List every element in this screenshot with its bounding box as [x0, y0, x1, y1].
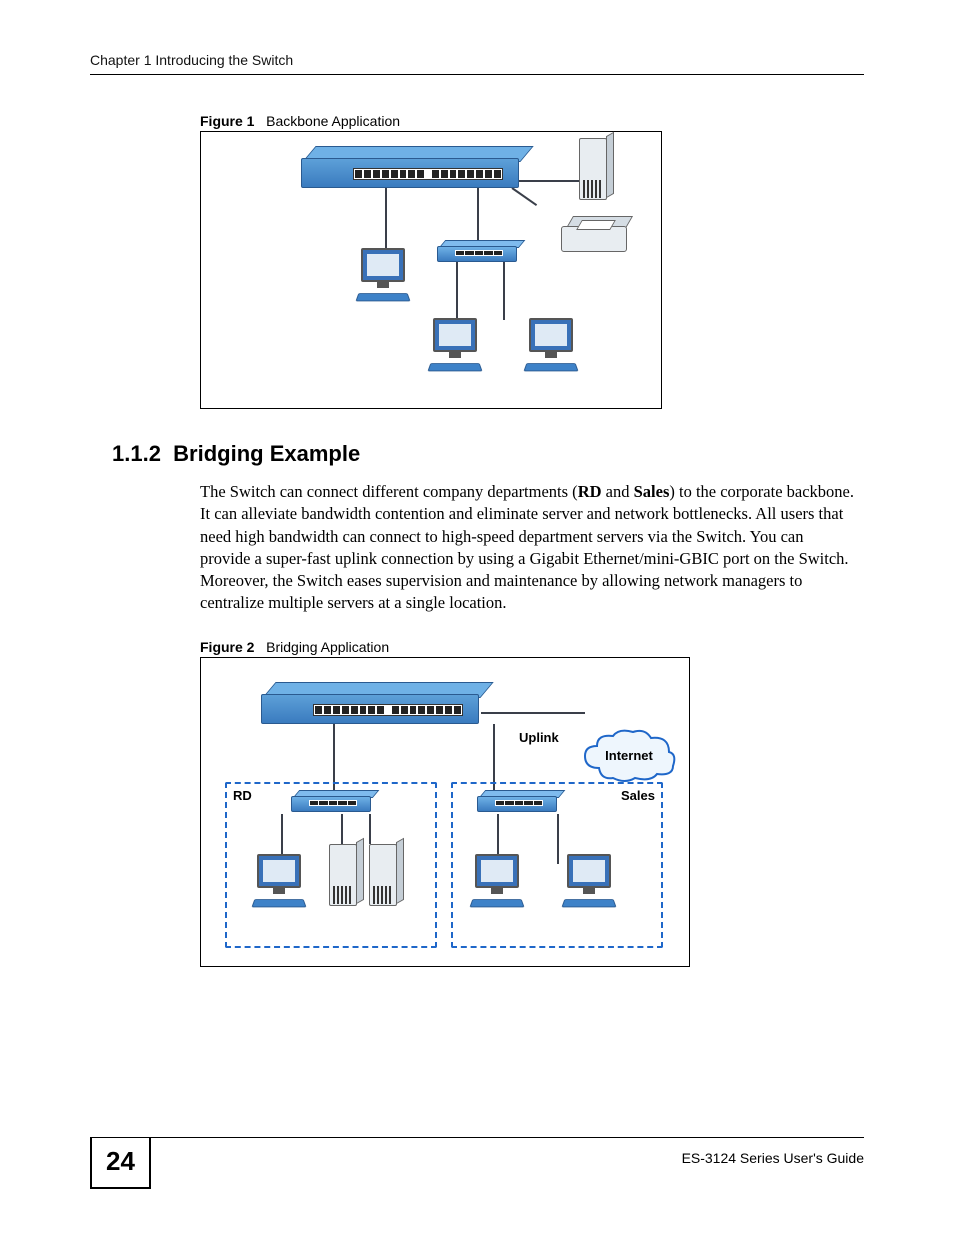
section-body: The Switch can connect different company… [200, 481, 854, 615]
figure2-diagram: Uplink Internet RD Sales [200, 657, 690, 967]
pc-icon [355, 248, 415, 306]
hub-icon [477, 790, 563, 814]
figure1-caption-text: Backbone Application [266, 113, 400, 129]
internet-cloud-icon: Internet [579, 728, 679, 784]
internet-label: Internet [579, 748, 679, 763]
switch-icon [301, 146, 531, 190]
section-title: Bridging Example [173, 441, 360, 466]
figure1-caption: Figure 1 Backbone Application [200, 113, 864, 129]
pc-icon [427, 318, 487, 376]
rd-label: RD [233, 788, 252, 803]
pc-icon [469, 854, 529, 912]
sales-label: Sales [621, 788, 655, 803]
figure1-diagram [200, 131, 662, 409]
figure2-caption: Figure 2 Bridging Application [200, 639, 864, 655]
page-footer: 24 ES-3124 Series User's Guide [90, 1137, 864, 1189]
pc-icon [561, 854, 621, 912]
section-heading: 1.1.2 Bridging Example [112, 441, 864, 467]
printer-icon [561, 216, 635, 256]
figure2-label: Figure 2 [200, 639, 254, 655]
uplink-label: Uplink [519, 730, 559, 745]
server-tower-icon [579, 138, 613, 204]
guide-title: ES-3124 Series User's Guide [682, 1146, 864, 1166]
figure2-caption-text: Bridging Application [266, 639, 389, 655]
page-number: 24 [90, 1138, 151, 1189]
switch-icon [261, 682, 491, 726]
server-tower-icon [369, 844, 403, 910]
figure1-label: Figure 1 [200, 113, 254, 129]
hub-icon [291, 790, 377, 814]
pc-icon [523, 318, 583, 376]
pc-icon [251, 854, 311, 912]
section-number: 1.1.2 [112, 441, 161, 466]
hub-icon [437, 240, 523, 264]
server-tower-icon [329, 844, 363, 910]
chapter-title: Chapter 1 Introducing the Switch [90, 52, 293, 68]
